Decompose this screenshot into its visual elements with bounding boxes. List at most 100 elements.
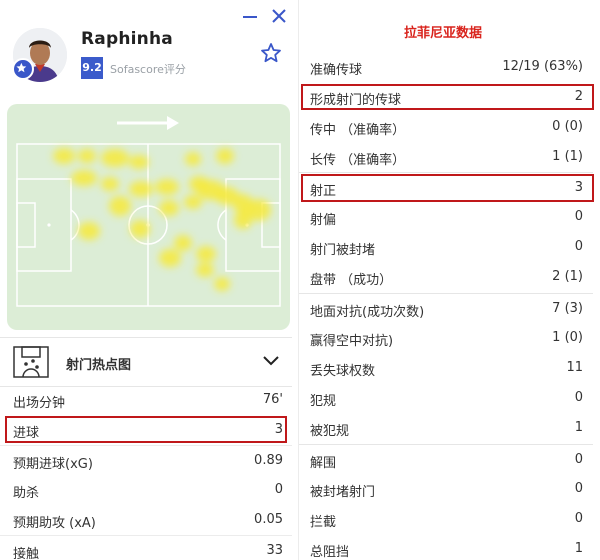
heat-zone (78, 149, 96, 163)
heat-zone (71, 170, 97, 186)
stat-value: 76' (262, 392, 283, 407)
stat-value: 33 (266, 543, 283, 558)
star-outline-icon[interactable] (260, 42, 282, 64)
heat-zone (129, 181, 153, 197)
stat-value: 0 (0) (552, 119, 583, 134)
stat-value: 1 (1) (552, 149, 583, 164)
stat-label: 射正 (310, 184, 337, 199)
stat-label: 预期助攻 (xA) (13, 516, 96, 531)
stat-row-possession-lost: 丢失球权数 11 (299, 353, 593, 383)
stat-label: 进球 (13, 426, 40, 441)
stat-label: 预期进球(xG) (13, 457, 93, 472)
heat-zone (78, 222, 100, 240)
stat-row-long-balls: 长传 （准确率） 1 (1) (299, 142, 593, 172)
stat-row-minutes: 出场分钟 76' (0, 385, 292, 415)
stat-label: 被封堵射门 (310, 485, 376, 500)
heat-zone (53, 148, 75, 164)
heat-zone (185, 152, 201, 166)
stat-value: 0.05 (254, 512, 283, 527)
stat-row-xg: 预期进球(xG) 0.89 (0, 445, 292, 475)
heat-zone (159, 200, 179, 216)
shot-map-icon (13, 346, 49, 378)
heat-zone (101, 177, 119, 191)
pitch-svg (16, 116, 281, 307)
stat-row-goals: 进球 3 (0, 415, 292, 445)
stat-value: 12/19 (63%) (502, 59, 583, 74)
stat-label: 接触 (13, 547, 40, 560)
heat-zone (216, 148, 234, 164)
heat-zone (109, 196, 131, 216)
stat-label: 拦截 (310, 515, 337, 530)
stat-value: 0 (574, 481, 583, 496)
arrow-right-icon (117, 116, 179, 130)
panel-title: 拉菲尼亚数据 (403, 26, 482, 41)
close-icon[interactable] (269, 6, 289, 26)
rating-badge: 9.2 (81, 57, 103, 79)
stat-label: 解围 (310, 456, 337, 471)
stat-row-clearances: 解围 0 (299, 444, 593, 474)
stat-label: 丢失球权数 (310, 364, 376, 379)
chevron-down-icon[interactable] (262, 354, 280, 368)
heat-zone (155, 179, 179, 195)
stat-value: 0 (574, 452, 583, 467)
stat-label: 射门被封堵 (310, 243, 376, 258)
heat-zone (129, 155, 149, 169)
heat-zones (53, 148, 271, 291)
stat-label: 准确传球 (310, 63, 363, 78)
stat-row-touches: 接触 33 (0, 535, 292, 560)
stat-value: 0.89 (254, 453, 283, 468)
stat-row-xa: 预期助攻 (xA) 0.05 (0, 505, 292, 535)
star-badge-icon (12, 58, 34, 80)
stat-value: 0 (274, 482, 283, 497)
stat-value: 1 (0) (552, 330, 583, 345)
stat-row-assists: 助杀 0 (0, 475, 292, 505)
stat-value: 1 (574, 420, 583, 435)
stat-label: 盘带 （成功） (310, 273, 393, 288)
stat-row-was-fouled: 被犯规 1 (299, 413, 593, 443)
stat-label: 赢得空中对抗) (310, 334, 394, 349)
stat-row-total-tackles: 总阻挡 1 (299, 534, 593, 560)
heat-zone (234, 211, 252, 229)
stat-label: 形成射门的传球 (310, 93, 402, 108)
stats-panel: 拉菲尼亚数据 准确传球 12/19 (63%) 形成射门的传球 2 传中 （准确… (298, 0, 600, 560)
stat-row-ground-duels: 地面对抗(成功次数) 7 (3) (299, 293, 593, 323)
stat-value: 3 (274, 422, 283, 437)
heat-zone (196, 246, 216, 262)
stat-row-crosses: 传中 （准确率） 0 (0) (299, 112, 593, 142)
stat-value: 1 (574, 541, 583, 556)
shot-heatmap-row[interactable]: 射门热点图 (0, 337, 292, 387)
stat-value: 3 (574, 180, 583, 195)
heat-zone (130, 220, 150, 238)
stat-row-shots-on-target: 射正 3 (299, 172, 593, 202)
rating-label: Sofascore评分 (110, 63, 186, 76)
heat-zone (174, 235, 192, 251)
stat-label: 射偏 (310, 213, 337, 228)
heatmap-label: 射门热点图 (66, 358, 132, 373)
stat-value: 11 (566, 360, 583, 375)
heat-zone (159, 249, 181, 267)
stat-row-fouls: 犯规 0 (299, 383, 593, 413)
stat-label: 犯规 (310, 394, 337, 409)
heat-zone (196, 263, 214, 277)
stat-row-dribbles: 盘带 （成功） 2 (1) (299, 262, 593, 292)
heat-zone (184, 195, 202, 209)
stat-value: 7 (3) (552, 301, 583, 316)
stat-label: 助杀 (13, 486, 40, 501)
stat-row-accurate-passes: 准确传球 12/19 (63%) (299, 52, 593, 82)
heatmap-pitch[interactable] (7, 104, 290, 330)
stat-value: 0 (574, 209, 583, 224)
minimize-icon[interactable] (240, 6, 260, 26)
stat-label: 被犯规 (310, 424, 350, 439)
heat-zone (214, 277, 230, 291)
stat-value: 0 (574, 511, 583, 526)
stat-row-interceptions: 拦截 0 (299, 504, 593, 534)
stat-row-key-passes: 形成射门的传球 2 (299, 82, 593, 112)
stat-value: 2 (574, 89, 583, 104)
player-name: Raphinha (81, 29, 173, 49)
stat-value: 0 (574, 239, 583, 254)
stat-row-aerial-duels: 赢得空中对抗) 1 (0) (299, 323, 593, 353)
stat-row-shots-blocked: 射门被封堵 0 (299, 232, 593, 262)
stat-value: 2 (1) (552, 269, 583, 284)
stat-label: 长传 （准确率） (310, 153, 406, 168)
player-card: Raphinha 9.2 Sofascore评分 射门热点图 出场分钟 76' … (0, 0, 292, 560)
